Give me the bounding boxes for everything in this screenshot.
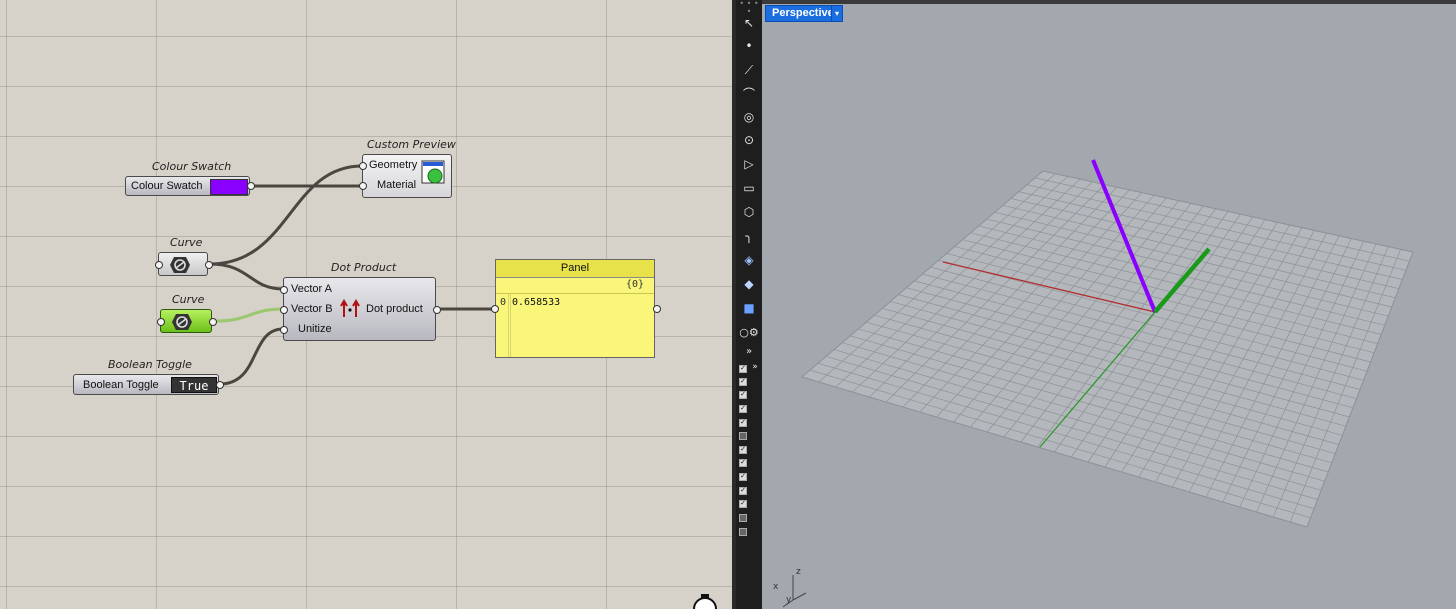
transform-icon[interactable]: ◈: [738, 250, 760, 270]
colour-swatch-caption: Colour Swatch: [152, 160, 232, 173]
point-icon[interactable]: •: [738, 36, 760, 56]
boolean-toggle-label: Boolean Toggle: [83, 379, 159, 391]
edit-icon[interactable]: ◆: [738, 274, 760, 294]
material-input-port[interactable]: [359, 182, 367, 190]
dot-product-output-port[interactable]: [433, 306, 441, 314]
curve2-output-port[interactable]: [209, 318, 217, 326]
rhino-toolbar: • • • • ↖ • ⟋ ⌒ ◎ ⊙ ▷ ▭ ⬡ ╮ ◈ ◆ ■ ○⚙ » »…: [736, 0, 762, 609]
vector-a-label: Vector A: [291, 283, 332, 295]
boolean-toggle-output-port[interactable]: [216, 381, 224, 389]
dot-product-component[interactable]: Vector A Vector B Unitize Dot product: [280, 277, 441, 341]
polygon-icon[interactable]: ⬡: [738, 202, 760, 222]
grasshopper-canvas[interactable]: Colour Swatch Colour Swatch Custom Previ…: [0, 0, 732, 609]
layer-checkbox[interactable]: ✓: [739, 473, 747, 481]
layer-checkbox[interactable]: [739, 432, 747, 440]
panel-index-divider: [508, 294, 509, 357]
boolean-toggle-component[interactable]: Boolean Toggle True: [73, 374, 224, 395]
custom-preview-caption: Custom Preview: [367, 138, 456, 151]
layer-checkbox[interactable]: ✓: [739, 405, 747, 413]
grid-plane: [800, 170, 1414, 528]
expand-icon[interactable]: »: [748, 357, 762, 377]
unitize-input-port[interactable]: [280, 326, 288, 334]
curve1-output-port[interactable]: [205, 261, 213, 269]
z-axis-label: z: [796, 567, 801, 577]
circle-icon[interactable]: ◎: [738, 107, 760, 127]
boolean-toggle-value[interactable]: True: [171, 377, 217, 393]
canvas-timer-icon: [693, 594, 717, 609]
curve2-component[interactable]: [157, 309, 217, 333]
panel-separator: [496, 293, 654, 294]
y-axis-label: y: [786, 595, 792, 605]
boolean-toggle-caption: Boolean Toggle: [108, 358, 192, 371]
dot-product-caption: Dot Product: [331, 261, 397, 274]
wire-toggle-unitize: [219, 327, 284, 386]
panel-row-value: 0.658533: [512, 297, 561, 308]
layer-checkbox[interactable]: ✓: [739, 391, 747, 399]
panel-component[interactable]: Panel {0} 0 0.658533: [491, 259, 661, 358]
geometry-input-label: Geometry: [369, 159, 418, 171]
panel-row-index: 0: [500, 297, 507, 308]
dot-product-output-label: Dot product: [366, 303, 423, 315]
wire-curve-vectora: [209, 262, 284, 291]
dot-product-icon: [340, 299, 360, 317]
perspective-viewport[interactable]: Perspective ▾ z x y: [762, 0, 1456, 609]
layer-checkbox[interactable]: ✓: [739, 378, 747, 386]
layer-checkbox[interactable]: ✓: [739, 365, 747, 373]
curve-param-icon: [170, 257, 190, 273]
geometry-input-port[interactable]: [359, 162, 367, 170]
colour-swatch-label: Colour Swatch: [131, 180, 203, 192]
layer-checkbox[interactable]: [739, 528, 747, 536]
rectangle-icon[interactable]: ▭: [738, 178, 760, 198]
polyline-icon[interactable]: ⟋: [738, 60, 760, 80]
colour-swatch-color[interactable]: [210, 179, 248, 195]
curve1-component[interactable]: [155, 252, 213, 276]
curve1-caption: Curve: [170, 236, 203, 249]
layer-checkbox[interactable]: ✓: [739, 459, 747, 467]
curve-param-icon: [172, 314, 192, 330]
panel-output-port[interactable]: [653, 305, 661, 313]
curve2-caption: Curve: [172, 293, 205, 306]
ellipse-icon[interactable]: ⊙: [738, 130, 760, 150]
custom-preview-component[interactable]: Geometry Material: [359, 154, 452, 198]
panel-input-port[interactable]: [491, 305, 499, 313]
preview-icon: [421, 160, 445, 184]
unitize-label: Unitize: [298, 323, 332, 335]
material-input-label: Material: [377, 179, 417, 191]
layer-checkbox[interactable]: ✓: [739, 487, 747, 495]
vector-a-input-port[interactable]: [280, 286, 288, 294]
select-arrow-icon[interactable]: ↖: [738, 13, 760, 33]
colour-swatch-output-port[interactable]: [247, 182, 255, 190]
arc-icon[interactable]: ▷: [738, 154, 760, 174]
x-axis-label: x: [773, 582, 779, 592]
curve2-input-port[interactable]: [157, 318, 165, 326]
layer-checkbox[interactable]: ✓: [739, 446, 747, 454]
settings-icon[interactable]: ○⚙: [738, 323, 760, 343]
fillet-icon[interactable]: ╮: [738, 226, 760, 246]
layer-checkbox[interactable]: ✓: [739, 419, 747, 427]
panel-title: Panel: [496, 260, 654, 278]
wire-curve2-vectorb: [215, 307, 284, 323]
layer-checkbox[interactable]: [739, 514, 747, 522]
curve-icon[interactable]: ⌒: [738, 84, 760, 104]
colour-swatch-component[interactable]: Colour Swatch: [125, 176, 255, 196]
toolbar-grip-icon[interactable]: • • • •: [738, 0, 760, 16]
construction-plane: [782, 159, 1414, 608]
layer-checkbox[interactable]: ✓: [739, 500, 747, 508]
panel-index-divider: [510, 294, 511, 357]
box-icon[interactable]: ■: [738, 298, 760, 318]
curve1-input-port[interactable]: [155, 261, 163, 269]
vector-b-label: Vector B: [291, 303, 333, 315]
panel-path: {0}: [625, 279, 644, 290]
vector-b-input-port[interactable]: [280, 306, 288, 314]
